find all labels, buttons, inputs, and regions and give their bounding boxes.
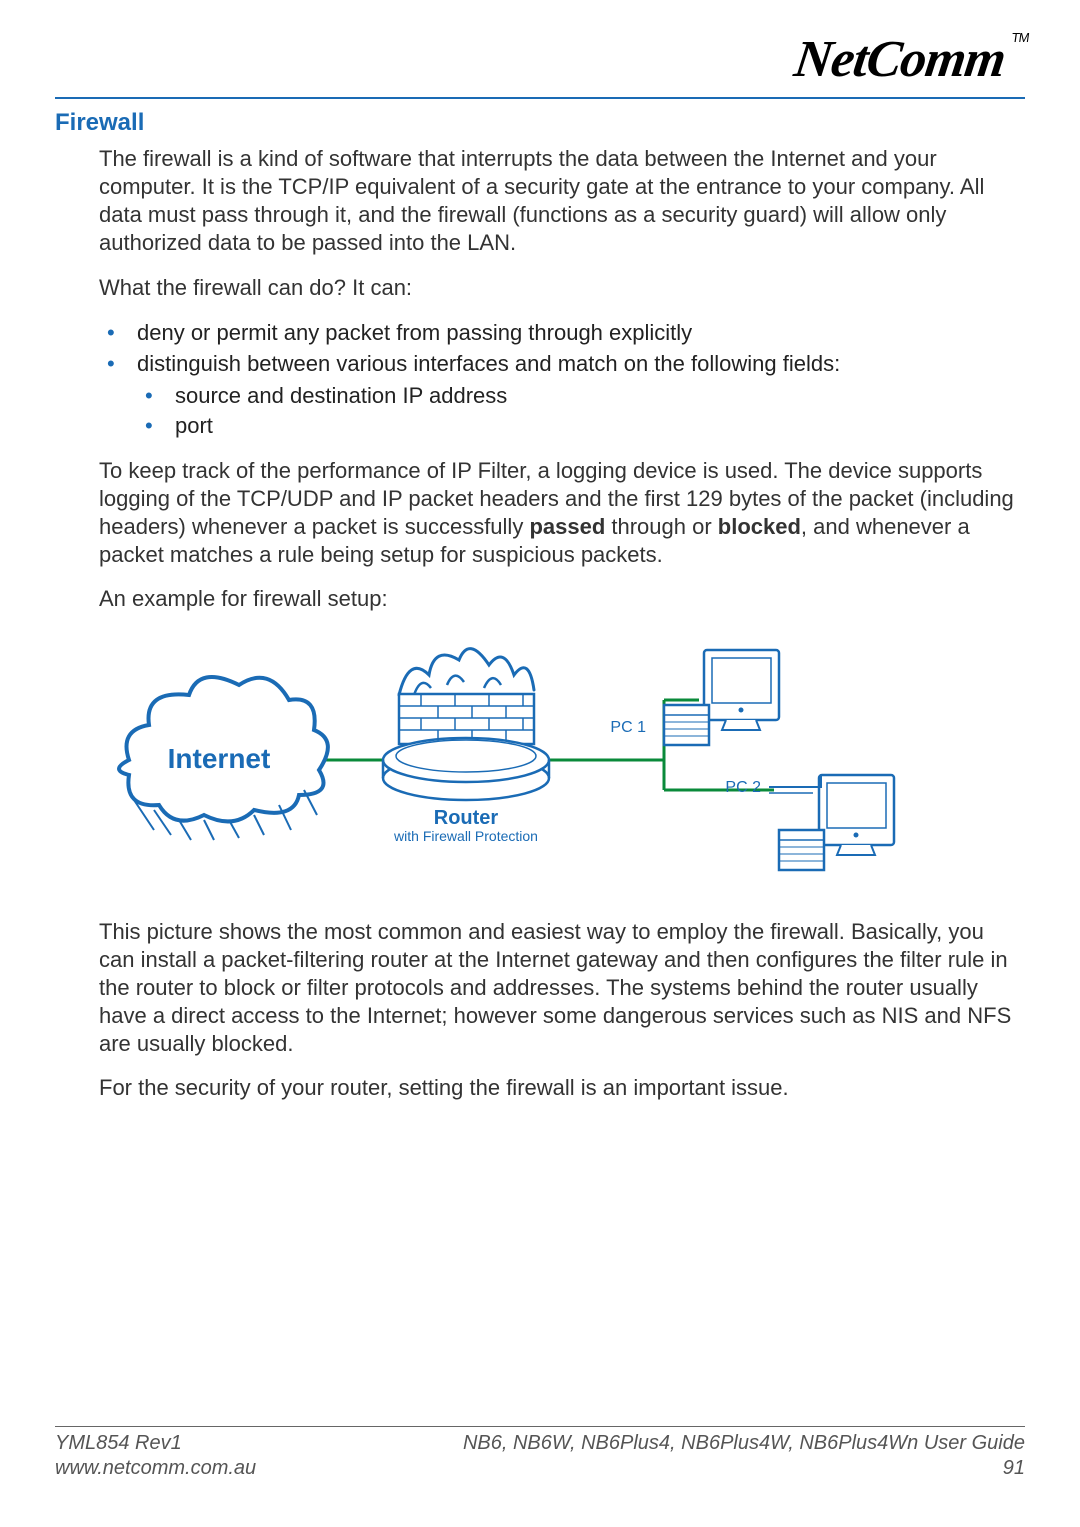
footer-page: 91 xyxy=(463,1456,1025,1481)
trademark-icon: TM xyxy=(1010,30,1029,45)
footer-left: YML854 Rev1 www.netcomm.com.au xyxy=(55,1431,256,1481)
header-row: NetCommTM xyxy=(55,30,1025,99)
picture-paragraph: This picture shows the most common and e… xyxy=(99,918,1021,1059)
router-icon: Router with Firewall Protection xyxy=(383,738,549,844)
logging-paragraph: To keep track of the performance of IP F… xyxy=(99,457,1021,570)
list-item: source and destination IP address xyxy=(137,381,1021,411)
sub-list: source and destination IP address port xyxy=(137,381,1021,440)
footer-right: NB6, NB6W, NB6Plus4, NB6Plus4W, NB6Plus4… xyxy=(463,1431,1025,1481)
pc1-label: PC 1 xyxy=(610,719,646,736)
footer-url: www.netcomm.com.au xyxy=(55,1456,256,1481)
internet-label: Internet xyxy=(168,743,271,774)
example-paragraph: An example for firewall setup: xyxy=(99,585,1021,613)
page-footer: YML854 Rev1 www.netcomm.com.au NB6, NB6W… xyxy=(55,1426,1025,1481)
router-label: Router xyxy=(434,807,499,829)
brand-logo: NetCommTM xyxy=(790,30,1029,89)
footer-rev: YML854 Rev1 xyxy=(55,1431,256,1456)
blocked-word: blocked xyxy=(718,514,801,539)
router-sublabel: with Firewall Protection xyxy=(393,828,538,844)
security-paragraph: For the security of your router, setting… xyxy=(99,1074,1021,1102)
pc2-label: PC 2 xyxy=(725,779,761,796)
passed-word: passed xyxy=(529,514,605,539)
intro-paragraph: The firewall is a kind of software that … xyxy=(99,145,1021,258)
list-item: port xyxy=(137,411,1021,441)
whatcan-paragraph: What the firewall can do? It can: xyxy=(99,274,1021,302)
computer-icon xyxy=(664,650,779,745)
footer-guide: NB6, NB6W, NB6Plus4, NB6Plus4W, NB6Plus4… xyxy=(463,1431,1025,1456)
diagram-svg: Internet xyxy=(99,630,979,890)
wall-icon xyxy=(399,694,534,744)
list-item: deny or permit any packet from passing t… xyxy=(99,318,1021,349)
firewall-diagram: Internet xyxy=(99,630,1021,890)
content-body: The firewall is a kind of software that … xyxy=(55,145,1025,1102)
brand-name: NetComm xyxy=(791,31,1009,88)
computer-icon xyxy=(769,775,894,870)
section-title: Firewall xyxy=(55,109,1025,137)
list-item-label: distinguish between various interfaces a… xyxy=(137,351,840,376)
cloud-icon: Internet xyxy=(119,677,328,840)
fire-icon xyxy=(399,648,534,694)
list-item: distinguish between various interfaces a… xyxy=(99,349,1021,441)
capability-list: deny or permit any packet from passing t… xyxy=(99,318,1021,441)
